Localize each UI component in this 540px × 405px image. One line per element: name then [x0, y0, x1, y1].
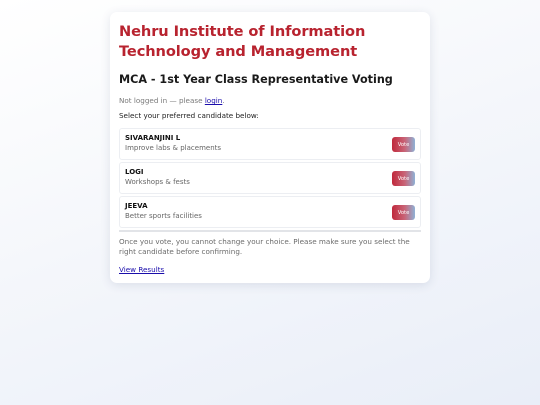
candidate-list: SIVARANJINI L Improve labs & placements … — [119, 128, 421, 228]
divider — [119, 230, 421, 232]
candidate-name: LOGI — [125, 168, 144, 176]
candidate-name: SIVARANJINI L — [125, 134, 181, 142]
candidate-card: SIVARANJINI L Improve labs & placements … — [119, 128, 421, 160]
login-link[interactable]: login — [205, 96, 223, 105]
candidate-card: JEEVA Better sports facilities Vote — [119, 196, 421, 228]
candidate-card: LOGI Workshops & fests Vote — [119, 162, 421, 194]
vote-button[interactable]: Vote — [392, 205, 415, 220]
login-status-suffix: . — [222, 96, 225, 105]
login-status: Not logged in — please login. — [119, 96, 421, 106]
vote-button[interactable]: Vote — [392, 171, 415, 186]
candidate-name: JEEVA — [125, 202, 148, 210]
candidate-description: Improve labs & placements — [125, 144, 222, 152]
vote-button[interactable]: Vote — [392, 137, 415, 152]
view-results-link[interactable]: View Results — [119, 265, 164, 275]
vote-warning: Once you vote, you cannot change your ch… — [119, 237, 410, 256]
login-status-prefix: Not logged in — please — [119, 96, 205, 105]
candidate-description: Better sports facilities — [125, 212, 202, 220]
election-title: MCA - 1st Year Class Representative Voti… — [119, 73, 393, 86]
voting-card: Nehru Institute of Information Technolog… — [110, 12, 430, 283]
candidate-description: Workshops & fests — [125, 178, 190, 186]
institute-title: Nehru Institute of Information Technolog… — [119, 23, 366, 60]
instruction-text: Select your preferred candidate below: — [119, 111, 259, 120]
